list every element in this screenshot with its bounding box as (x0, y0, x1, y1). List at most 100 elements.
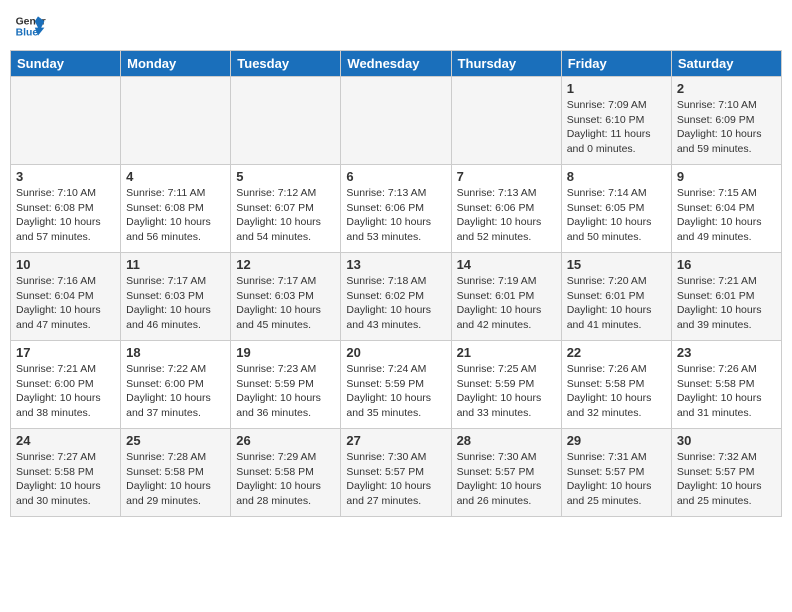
day-info: Sunrise: 7:26 AM Sunset: 5:58 PM Dayligh… (567, 362, 666, 421)
day-info: Sunrise: 7:23 AM Sunset: 5:59 PM Dayligh… (236, 362, 335, 421)
day-info: Sunrise: 7:26 AM Sunset: 5:58 PM Dayligh… (677, 362, 776, 421)
calendar-cell (451, 77, 561, 165)
day-info: Sunrise: 7:20 AM Sunset: 6:01 PM Dayligh… (567, 274, 666, 333)
calendar-cell: 16 Sunrise: 7:21 AM Sunset: 6:01 PM Dayli… (671, 253, 781, 341)
weekday-header-sunday: Sunday (11, 51, 121, 77)
day-info: Sunrise: 7:22 AM Sunset: 6:00 PM Dayligh… (126, 362, 225, 421)
day-number: 2 (677, 81, 776, 96)
day-info: Sunrise: 7:21 AM Sunset: 6:00 PM Dayligh… (16, 362, 115, 421)
day-info: Sunrise: 7:17 AM Sunset: 6:03 PM Dayligh… (236, 274, 335, 333)
day-info: Sunrise: 7:31 AM Sunset: 5:57 PM Dayligh… (567, 450, 666, 509)
day-number: 30 (677, 433, 776, 448)
logo: General Blue (14, 10, 46, 42)
calendar-cell: 5Sunrise: 7:12 AM Sunset: 6:07 PM Daylig… (231, 165, 341, 253)
weekday-header-tuesday: Tuesday (231, 51, 341, 77)
calendar-cell: 4Sunrise: 7:11 AM Sunset: 6:08 PM Daylig… (121, 165, 231, 253)
calendar-week-5: 24 Sunrise: 7:27 AM Sunset: 5:58 PM Dayli… (11, 429, 782, 517)
page-header: General Blue (10, 10, 782, 42)
day-number: 7 (457, 169, 556, 184)
svg-text:Blue: Blue (16, 28, 39, 39)
day-number: 6 (346, 169, 445, 184)
day-info: Sunrise: 7:32 AM Sunset: 5:57 PM Dayligh… (677, 450, 776, 509)
day-number: 4 (126, 169, 225, 184)
weekday-header-friday: Friday (561, 51, 671, 77)
calendar-cell: 7 Sunrise: 7:13 AM Sunset: 6:06 PM Daylig… (451, 165, 561, 253)
calendar-cell: 29 Sunrise: 7:31 AM Sunset: 5:57 PM Dayli… (561, 429, 671, 517)
day-info: Sunrise: 7:09 AM Sunset: 6:10 PM Dayligh… (567, 98, 666, 157)
day-number: 26 (236, 433, 335, 448)
calendar-week-2: 3Sunrise: 7:10 AM Sunset: 6:08 PM Daylig… (11, 165, 782, 253)
calendar-cell: 30 Sunrise: 7:32 AM Sunset: 5:57 PM Dayli… (671, 429, 781, 517)
calendar-cell: 27Sunrise: 7:30 AM Sunset: 5:57 PM Dayli… (341, 429, 451, 517)
day-number: 18 (126, 345, 225, 360)
day-number: 22 (567, 345, 666, 360)
day-number: 25 (126, 433, 225, 448)
calendar-cell: 8 Sunrise: 7:14 AM Sunset: 6:05 PM Daylig… (561, 165, 671, 253)
calendar-cell: 9 Sunrise: 7:15 AM Sunset: 6:04 PM Daylig… (671, 165, 781, 253)
day-number: 27 (346, 433, 445, 448)
day-info: Sunrise: 7:19 AM Sunset: 6:01 PM Dayligh… (457, 274, 556, 333)
calendar-week-1: 1 Sunrise: 7:09 AM Sunset: 6:10 PM Daylig… (11, 77, 782, 165)
logo-icon: General Blue (14, 10, 46, 42)
day-number: 12 (236, 257, 335, 272)
calendar-cell: 15 Sunrise: 7:20 AM Sunset: 6:01 PM Dayli… (561, 253, 671, 341)
calendar-week-3: 10 Sunrise: 7:16 AM Sunset: 6:04 PM Dayli… (11, 253, 782, 341)
day-info: Sunrise: 7:17 AM Sunset: 6:03 PM Dayligh… (126, 274, 225, 333)
day-number: 1 (567, 81, 666, 96)
day-number: 29 (567, 433, 666, 448)
calendar-cell (341, 77, 451, 165)
day-number: 9 (677, 169, 776, 184)
day-number: 21 (457, 345, 556, 360)
calendar-cell: 13 Sunrise: 7:18 AM Sunset: 6:02 PM Dayli… (341, 253, 451, 341)
calendar-cell: 22 Sunrise: 7:26 AM Sunset: 5:58 PM Dayli… (561, 341, 671, 429)
weekday-header-row: SundayMondayTuesdayWednesdayThursdayFrid… (11, 51, 782, 77)
day-number: 13 (346, 257, 445, 272)
day-info: Sunrise: 7:29 AM Sunset: 5:58 PM Dayligh… (236, 450, 335, 509)
calendar-table: SundayMondayTuesdayWednesdayThursdayFrid… (10, 50, 782, 517)
calendar-cell: 6 Sunrise: 7:13 AM Sunset: 6:06 PM Daylig… (341, 165, 451, 253)
calendar-cell: 19 Sunrise: 7:23 AM Sunset: 5:59 PM Dayli… (231, 341, 341, 429)
day-info: Sunrise: 7:13 AM Sunset: 6:06 PM Dayligh… (346, 186, 445, 245)
day-info: Sunrise: 7:21 AM Sunset: 6:01 PM Dayligh… (677, 274, 776, 333)
calendar-cell: 2 Sunrise: 7:10 AM Sunset: 6:09 PM Daylig… (671, 77, 781, 165)
day-number: 3 (16, 169, 115, 184)
day-info: Sunrise: 7:14 AM Sunset: 6:05 PM Dayligh… (567, 186, 666, 245)
weekday-header-monday: Monday (121, 51, 231, 77)
calendar-cell: 10 Sunrise: 7:16 AM Sunset: 6:04 PM Dayli… (11, 253, 121, 341)
day-number: 8 (567, 169, 666, 184)
calendar-cell (121, 77, 231, 165)
day-number: 24 (16, 433, 115, 448)
day-info: Sunrise: 7:18 AM Sunset: 6:02 PM Dayligh… (346, 274, 445, 333)
day-number: 10 (16, 257, 115, 272)
day-number: 19 (236, 345, 335, 360)
day-info: Sunrise: 7:10 AM Sunset: 6:09 PM Dayligh… (677, 98, 776, 157)
day-number: 16 (677, 257, 776, 272)
weekday-header-thursday: Thursday (451, 51, 561, 77)
day-info: Sunrise: 7:25 AM Sunset: 5:59 PM Dayligh… (457, 362, 556, 421)
calendar-cell: 14 Sunrise: 7:19 AM Sunset: 6:01 PM Dayli… (451, 253, 561, 341)
day-number: 23 (677, 345, 776, 360)
day-number: 11 (126, 257, 225, 272)
day-info: Sunrise: 7:16 AM Sunset: 6:04 PM Dayligh… (16, 274, 115, 333)
calendar-cell: 21 Sunrise: 7:25 AM Sunset: 5:59 PM Dayli… (451, 341, 561, 429)
day-number: 15 (567, 257, 666, 272)
day-info: Sunrise: 7:27 AM Sunset: 5:58 PM Dayligh… (16, 450, 115, 509)
day-number: 20 (346, 345, 445, 360)
day-info: Sunrise: 7:24 AM Sunset: 5:59 PM Dayligh… (346, 362, 445, 421)
calendar-cell: 12 Sunrise: 7:17 AM Sunset: 6:03 PM Dayli… (231, 253, 341, 341)
day-number: 17 (16, 345, 115, 360)
day-info: Sunrise: 7:13 AM Sunset: 6:06 PM Dayligh… (457, 186, 556, 245)
day-number: 14 (457, 257, 556, 272)
weekday-header-wednesday: Wednesday (341, 51, 451, 77)
weekday-header-saturday: Saturday (671, 51, 781, 77)
calendar-cell: 3Sunrise: 7:10 AM Sunset: 6:08 PM Daylig… (11, 165, 121, 253)
calendar-week-4: 17 Sunrise: 7:21 AM Sunset: 6:00 PM Dayli… (11, 341, 782, 429)
calendar-cell: 17 Sunrise: 7:21 AM Sunset: 6:00 PM Dayli… (11, 341, 121, 429)
calendar-cell: 23 Sunrise: 7:26 AM Sunset: 5:58 PM Dayli… (671, 341, 781, 429)
day-number: 5 (236, 169, 335, 184)
calendar-cell: 18 Sunrise: 7:22 AM Sunset: 6:00 PM Dayli… (121, 341, 231, 429)
day-info: Sunrise: 7:15 AM Sunset: 6:04 PM Dayligh… (677, 186, 776, 245)
calendar-cell: 28Sunrise: 7:30 AM Sunset: 5:57 PM Dayli… (451, 429, 561, 517)
calendar-cell (11, 77, 121, 165)
calendar-cell: 24 Sunrise: 7:27 AM Sunset: 5:58 PM Dayli… (11, 429, 121, 517)
